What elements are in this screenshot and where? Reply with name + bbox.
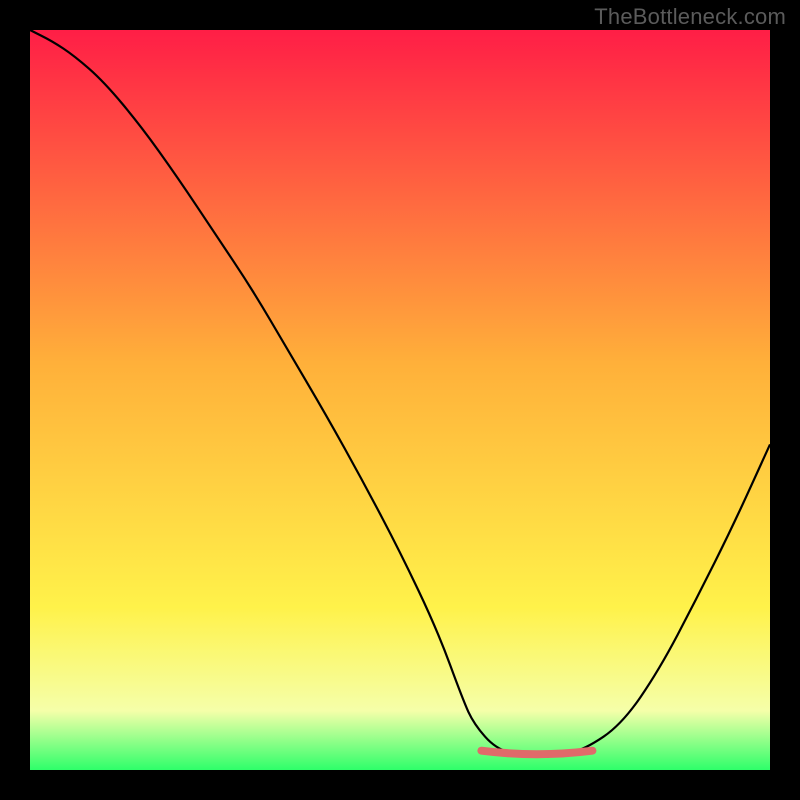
chart-frame: TheBottleneck.com (0, 0, 800, 800)
gradient-background (30, 30, 770, 770)
watermark-text: TheBottleneck.com (594, 4, 786, 30)
plot-area (30, 30, 770, 770)
chart-svg (30, 30, 770, 770)
optimal-band (481, 751, 592, 755)
